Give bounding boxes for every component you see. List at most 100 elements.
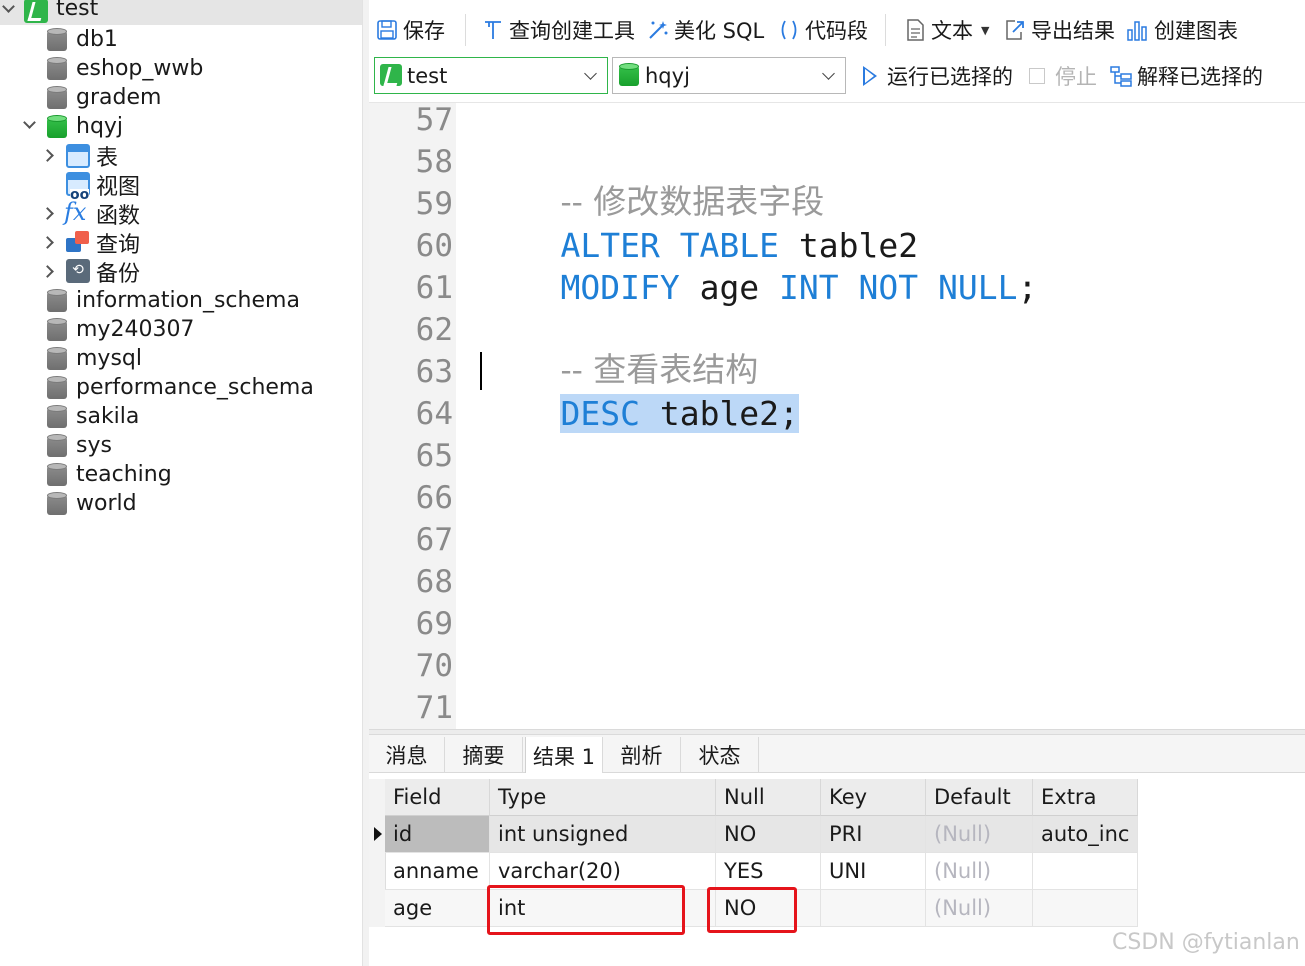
tab-result-1[interactable]: 结果 1 (525, 737, 603, 774)
tree-db-mysql[interactable]: mysql (0, 344, 362, 373)
tree-db-hqyj[interactable]: hqyj (0, 112, 362, 141)
tree-connection-test[interactable]: test (0, 0, 362, 25)
table-cell[interactable] (1033, 890, 1138, 927)
tree-node-views[interactable]: 视图 (0, 170, 362, 201)
connection-label: test (56, 0, 99, 21)
navigation-sidebar: test db1 eshop_wwb gradem hqyj 表 视图 fx 函… (0, 0, 362, 966)
highlight-annotation-null (707, 887, 797, 933)
export-results-button[interactable]: 导出结果 (1003, 10, 1115, 50)
line-number: 62 (415, 312, 453, 348)
table-cell[interactable]: (Null) (926, 816, 1033, 853)
node-label: 表 (96, 145, 119, 171)
database-icon (47, 57, 67, 81)
tree-node-backups[interactable]: ⟲ 备份 (0, 257, 362, 287)
beautify-sql-button[interactable]: 美化 SQL (646, 10, 764, 50)
database-icon (47, 347, 67, 371)
line-number: 64 (415, 396, 453, 432)
column-header-extra[interactable]: Extra (1033, 779, 1138, 816)
sql-editor[interactable]: 57 58 59 60 61 62 63 64 65 66 67 68 69 7… (369, 103, 1305, 729)
column-header-default[interactable]: Default (926, 779, 1033, 816)
table-cell[interactable]: NO (716, 816, 821, 853)
table-cell[interactable]: age (385, 890, 490, 927)
create-chart-label: 创建图表 (1154, 19, 1238, 43)
table-cell[interactable] (821, 890, 926, 927)
row-indicator[interactable] (369, 816, 386, 853)
connection-select[interactable]: test (374, 57, 608, 94)
column-header-null[interactable]: Null (716, 779, 821, 816)
magic-wand-icon (646, 18, 670, 42)
table-cell[interactable]: auto_inc (1033, 816, 1138, 853)
database-icon (47, 405, 67, 429)
text-mode-dropdown[interactable]: 文本 ▼ (903, 10, 989, 50)
tree-node-functions[interactable]: fx 函数 (0, 199, 362, 229)
connection-icon (380, 64, 402, 86)
tree-db-performance-schema[interactable]: performance_schema (0, 373, 362, 402)
table-cell[interactable]: PRI (821, 816, 926, 853)
line-number: 66 (415, 480, 453, 516)
tree-db-teaching[interactable]: teaching (0, 460, 362, 489)
run-selected-button[interactable]: 运行已选择的 (863, 58, 1013, 94)
row-indicator[interactable] (369, 853, 386, 890)
column-header-key[interactable]: Key (821, 779, 926, 816)
tree-db-my240307[interactable]: my240307 (0, 315, 362, 344)
code-line-58[interactable]: -- 修改数据表字段 (481, 139, 824, 221)
tree-db-sakila[interactable]: sakila (0, 402, 362, 431)
code-line-59[interactable]: ALTER TABLE table2 (481, 183, 918, 265)
save-button[interactable]: 保存 (375, 10, 445, 50)
table-cell[interactable]: int unsigned (490, 816, 716, 853)
database-icon (47, 376, 67, 400)
table-cell[interactable]: id (385, 816, 490, 853)
code-line-60[interactable]: MODIFY age INT NOT NULL; (481, 225, 1037, 307)
tree-db-information-schema[interactable]: information_schema (0, 286, 362, 315)
create-chart-button[interactable]: 创建图表 (1126, 10, 1238, 50)
stop-label: 停止 (1055, 65, 1097, 89)
table-cell[interactable]: YES (716, 853, 821, 890)
text-mode-label: 文本 (931, 19, 973, 43)
sidebar-splitter[interactable] (362, 0, 369, 966)
backup-icon: ⟲ (66, 259, 90, 283)
code-line-62[interactable]: -- 查看表结构 (481, 307, 758, 389)
table-cell[interactable]: anname (385, 853, 490, 890)
chevron-down-icon[interactable] (2, 0, 15, 13)
chevron-right-icon[interactable] (41, 265, 54, 278)
connection-icon (24, 0, 48, 23)
export-icon (1003, 18, 1027, 42)
sql-identifier: table2; (639, 394, 799, 433)
chevron-right-icon[interactable] (41, 236, 54, 249)
column-header-type[interactable]: Type (490, 779, 716, 816)
tree-db-sys[interactable]: sys (0, 431, 362, 460)
table-cell[interactable]: (Null) (926, 890, 1033, 927)
table-cell[interactable]: UNI (821, 853, 926, 890)
tree-node-queries[interactable]: 查询 (0, 228, 362, 258)
tree-db-eshop-wwb[interactable]: eshop_wwb (0, 54, 362, 83)
chevron-right-icon[interactable] (41, 149, 54, 162)
database-select[interactable]: hqyj (612, 57, 846, 94)
tab-summary[interactable]: 摘要 (445, 737, 523, 773)
database-icon (47, 86, 67, 110)
chevron-right-icon[interactable] (41, 207, 54, 220)
chevron-down-icon[interactable] (23, 116, 36, 129)
tree-db-db1[interactable]: db1 (0, 25, 362, 54)
tree-db-gradem[interactable]: gradem (0, 83, 362, 112)
code-line-63[interactable]: DESC table2; (481, 351, 799, 433)
code-snippet-label: 代码段 (805, 19, 868, 43)
tab-messages[interactable]: 消息 (369, 737, 445, 773)
line-number: 59 (415, 186, 453, 222)
tab-status[interactable]: 状态 (681, 737, 759, 773)
query-builder-button[interactable]: 查询创建工具 (481, 10, 635, 50)
column-header-field[interactable]: Field (385, 779, 490, 816)
tree-node-tables[interactable]: 表 (0, 141, 362, 171)
node-label: 视图 (96, 174, 141, 200)
sql-keyword: INT NOT NULL (779, 268, 1018, 307)
stop-button[interactable]: 停止 (1029, 58, 1097, 94)
db-label: teaching (76, 462, 172, 487)
table-cell[interactable]: (Null) (926, 853, 1033, 890)
row-indicator[interactable] (369, 890, 386, 927)
database-icon (47, 463, 67, 487)
tree-db-world[interactable]: world (0, 489, 362, 518)
tab-profile[interactable]: 剖析 (603, 737, 681, 773)
code-snippet-button[interactable]: 代码段 (777, 10, 868, 50)
highlight-annotation-type (487, 885, 685, 935)
explain-selected-button[interactable]: 解释已选择的 (1109, 58, 1263, 94)
table-cell[interactable] (1033, 853, 1138, 890)
